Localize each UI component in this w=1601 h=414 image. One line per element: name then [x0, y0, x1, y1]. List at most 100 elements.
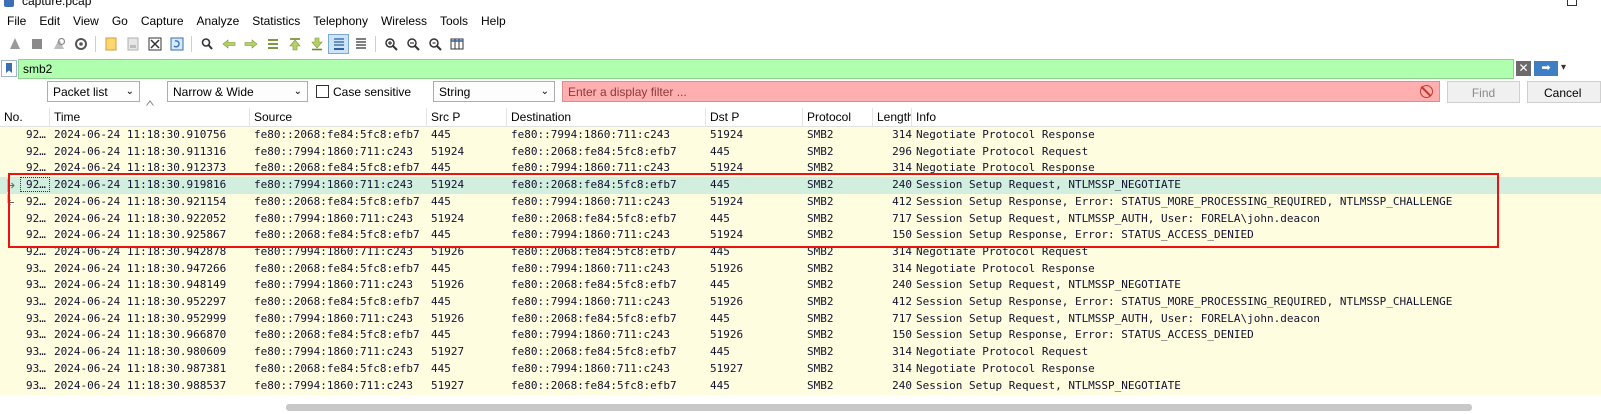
menu-capture[interactable]: Capture — [134, 14, 190, 28]
normal-size-icon[interactable] — [424, 34, 445, 54]
packet-list-header: No. Time Source Src P Destination Dst P … — [0, 108, 1601, 127]
request-arrow-icon — [2, 177, 18, 194]
column-header-time[interactable]: Time — [50, 108, 250, 126]
menu-telephony[interactable]: Telephony — [306, 14, 374, 28]
packet-source: fe80::7994:1860:711:c243 — [254, 278, 413, 292]
column-header-dst-port[interactable]: Dst P — [706, 108, 803, 126]
horizontal-scrollbar[interactable] — [0, 402, 1601, 414]
packet-row[interactable]: 92… 2024-06-24 11:18:30.911316 fe80::7994:… — [0, 143, 1601, 161]
capture-options-icon[interactable] — [70, 34, 91, 54]
stop-capture-icon[interactable] — [26, 34, 47, 54]
menu-go[interactable]: Go — [105, 14, 134, 28]
menu-file[interactable]: File — [0, 14, 32, 28]
menu-statistics[interactable]: Statistics — [245, 14, 306, 28]
packet-row[interactable]: 92… 2024-06-24 11:18:30.921154 fe80::2068:… — [0, 193, 1601, 211]
display-filter-bar: smb2 ✕ ➡ ▾ — [0, 59, 1601, 79]
scrollbar-thumb[interactable] — [286, 404, 1472, 411]
packet-row[interactable]: 93… 2024-06-24 11:18:30.988537 fe80::7994:… — [0, 377, 1601, 395]
packet-time: 2024-06-24 11:18:30.966870 — [54, 328, 227, 342]
packet-number: 93… — [26, 345, 46, 359]
column-header-length[interactable]: Length — [873, 108, 912, 126]
packet-dst-port: 445 — [710, 278, 730, 292]
packet-row[interactable]: 93… 2024-06-24 11:18:30.966870 fe80::2068:… — [0, 327, 1601, 345]
menu-edit[interactable]: Edit — [32, 14, 66, 28]
open-file-icon[interactable] — [100, 34, 121, 54]
apply-filter-icon[interactable]: ➡ — [1534, 61, 1558, 76]
packet-src-port: 51926 — [431, 311, 465, 325]
zoom-out-icon[interactable] — [402, 34, 423, 54]
last-packet-icon[interactable] — [306, 34, 327, 54]
column-header-destination[interactable]: Destination — [507, 108, 706, 126]
packet-src-port: 445 — [431, 361, 451, 375]
packet-row[interactable]: 92… 2024-06-24 11:18:30.919816 fe80::7994:… — [0, 177, 1601, 195]
column-header-source[interactable]: Source — [250, 108, 427, 126]
save-file-icon[interactable] — [122, 34, 143, 54]
packet-row[interactable]: 93… 2024-06-24 11:18:30.947266 fe80::2068:… — [0, 260, 1601, 278]
find-button[interactable]: Find — [1447, 81, 1520, 103]
column-header-src-port[interactable]: Src P — [427, 108, 507, 126]
autoscroll-icon[interactable] — [328, 34, 349, 54]
packet-destination: fe80::7994:1860:711:c243 — [511, 228, 670, 242]
close-file-icon[interactable] — [144, 34, 165, 54]
packet-source: fe80::2068:fe84:5fc8:efb7 — [254, 361, 420, 375]
column-header-protocol[interactable]: Protocol — [803, 108, 873, 126]
find-filter-input[interactable]: Enter a display filter ... — [562, 81, 1440, 102]
menu-tools[interactable]: Tools — [433, 14, 474, 28]
first-packet-icon[interactable] — [284, 34, 305, 54]
packet-info: Session Setup Response, Error: STATUS_MO… — [916, 295, 1453, 308]
column-header-info[interactable]: Info — [912, 108, 1601, 126]
packet-src-port: 51924 — [431, 178, 465, 192]
packet-row[interactable]: 92… 2024-06-24 11:18:30.922052 fe80::7994:… — [0, 210, 1601, 228]
go-forward-icon[interactable] — [240, 34, 261, 54]
window-control-icon[interactable] — [1567, 0, 1577, 6]
go-to-packet-icon[interactable] — [262, 34, 283, 54]
go-back-icon[interactable] — [218, 34, 239, 54]
colorize-icon[interactable] — [350, 34, 371, 54]
display-filter-input[interactable]: smb2 — [18, 59, 1514, 79]
filter-history-chevron-icon[interactable]: ▾ — [1561, 62, 1566, 73]
filter-bookmark-icon[interactable] — [1, 60, 17, 77]
clear-filter-icon[interactable]: ✕ — [1516, 61, 1531, 76]
packet-row[interactable]: 92… 2024-06-24 11:18:30.910756 fe80::2068:… — [0, 127, 1601, 144]
packet-time: 2024-06-24 11:18:30.952297 — [54, 295, 227, 308]
packet-row[interactable]: 92… 2024-06-24 11:18:30.942878 fe80::7994:… — [0, 243, 1601, 261]
reload-file-icon[interactable] — [166, 34, 187, 54]
packet-row[interactable]: 92… 2024-06-24 11:18:30.925867 fe80::2068:… — [0, 227, 1601, 245]
menu-view[interactable]: View — [66, 14, 105, 28]
packet-destination: fe80::7994:1860:711:c243 — [511, 194, 670, 208]
packet-dst-port: 445 — [710, 144, 730, 158]
menu-help[interactable]: Help — [474, 14, 512, 28]
find-packet-icon[interactable] — [196, 34, 217, 54]
packet-destination: fe80::7994:1860:711:c243 — [511, 295, 670, 308]
packet-number: 93… — [26, 278, 46, 292]
cancel-button[interactable]: Cancel — [1527, 81, 1601, 103]
menu-analyze[interactable]: Analyze — [190, 14, 246, 28]
packet-source: fe80::2068:fe84:5fc8:efb7 — [254, 194, 420, 208]
chevron-down-icon: ⌄ — [125, 86, 134, 97]
search-type-select[interactable]: String ⌄ — [433, 81, 555, 102]
packet-protocol: SMB2 — [807, 211, 834, 225]
packet-row[interactable]: 93… 2024-06-24 11:18:30.948149 fe80::7994:… — [0, 277, 1601, 295]
search-in-select[interactable]: Packet list ⌄ — [47, 81, 140, 102]
packet-destination: fe80::2068:fe84:5fc8:efb7 — [511, 311, 677, 325]
packet-row[interactable]: 93… 2024-06-24 11:18:30.980609 fe80::7994:… — [0, 344, 1601, 362]
packet-info: Negotiate Protocol Response — [916, 128, 1095, 141]
column-header-no[interactable]: No. — [0, 108, 50, 126]
packet-list[interactable]: 92… 2024-06-24 11:18:30.910756 fe80::2068:… — [0, 127, 1601, 414]
case-sensitive-checkbox[interactable] — [316, 85, 329, 98]
packet-row[interactable]: 93… 2024-06-24 11:18:30.987381 fe80::2068:… — [0, 360, 1601, 378]
packet-destination: fe80::7994:1860:711:c243 — [511, 361, 670, 375]
packet-src-port: 51926 — [431, 244, 465, 258]
resize-columns-icon[interactable] — [446, 34, 467, 54]
menu-wireless[interactable]: Wireless — [374, 14, 433, 28]
char-width-select[interactable]: Narrow & Wide ⌄ — [167, 81, 308, 102]
packet-row[interactable]: 92… 2024-06-24 11:18:30.912373 fe80::2068:… — [0, 160, 1601, 178]
packet-row[interactable]: 93… 2024-06-24 11:18:30.952999 fe80::7994:… — [0, 310, 1601, 328]
packet-length: 412 — [892, 295, 912, 308]
packet-dst-port: 445 — [710, 244, 730, 258]
packet-row[interactable]: 93… 2024-06-24 11:18:30.952297 fe80::2068:… — [0, 294, 1601, 311]
packet-time: 2024-06-24 11:18:30.925867 — [54, 228, 227, 242]
zoom-in-icon[interactable] — [380, 34, 401, 54]
restart-capture-icon[interactable] — [48, 34, 69, 54]
start-capture-icon[interactable] — [4, 34, 25, 54]
